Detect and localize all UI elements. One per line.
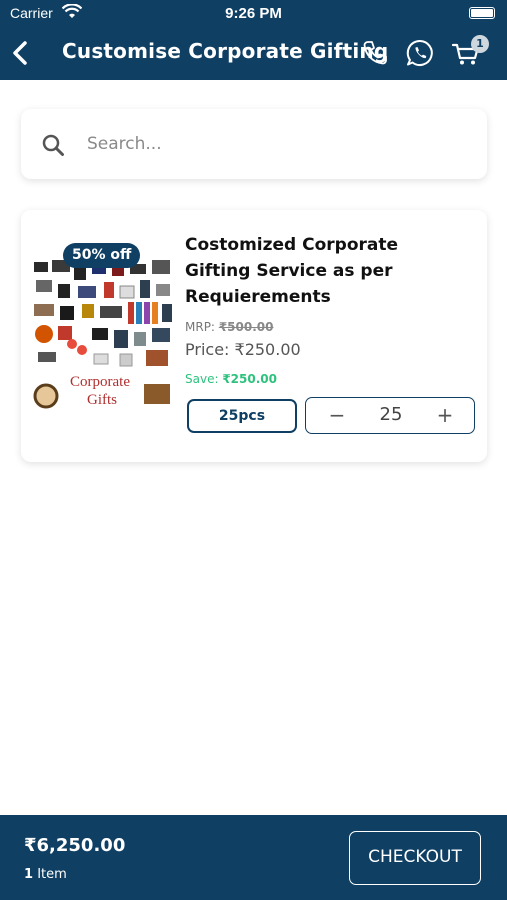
whatsapp-icon[interactable] bbox=[405, 38, 435, 68]
item-count-label: Item bbox=[37, 867, 67, 882]
product-card[interactable]: Corporate Gifts 50% off Costomized Corpo… bbox=[21, 210, 487, 462]
image-caption-line1: Corporate bbox=[70, 374, 130, 390]
search-input[interactable] bbox=[87, 129, 447, 159]
cart-total: ₹6,250.00 bbox=[24, 835, 126, 856]
mrp-value: ₹500.00 bbox=[218, 320, 274, 334]
save-value: ₹250.00 bbox=[222, 372, 277, 386]
nav-bar: Customise Corporate Gifting bbox=[0, 28, 507, 80]
app-header: Carrier 9:26 PM Customise Corporate Gift… bbox=[0, 0, 507, 80]
cart-count-badge: 1 bbox=[471, 35, 489, 53]
price-label: Price: bbox=[185, 340, 230, 359]
back-arrow-icon[interactable] bbox=[10, 38, 30, 68]
checkout-bar: ₹6,250.00 1 Item CHECKOUT bbox=[0, 815, 507, 900]
product-image: Corporate Gifts bbox=[32, 256, 174, 416]
status-bar: Carrier 9:26 PM bbox=[0, 0, 507, 28]
checkout-button[interactable]: CHECKOUT bbox=[349, 831, 481, 885]
price-value: ₹250.00 bbox=[234, 340, 301, 359]
page-title: Customise Corporate Gifting bbox=[62, 39, 389, 63]
quantity-value: 25 bbox=[379, 404, 403, 425]
search-bar bbox=[21, 109, 487, 179]
phone-icon[interactable] bbox=[360, 38, 390, 68]
price-row: Price: ₹250.00 bbox=[185, 340, 301, 359]
decrement-button[interactable]: − bbox=[322, 402, 352, 429]
save-row: Save: ₹250.00 bbox=[185, 372, 277, 386]
clock: 9:26 PM bbox=[225, 5, 282, 22]
mrp-row: MRP: ₹500.00 bbox=[185, 320, 273, 334]
unit-selector-button[interactable]: 25pcs bbox=[187, 399, 297, 433]
item-count-number: 1 bbox=[24, 867, 34, 882]
discount-badge: 50% off bbox=[63, 243, 141, 268]
mrp-label: MRP: bbox=[185, 320, 215, 334]
item-count: 1 Item bbox=[24, 867, 67, 882]
search-icon bbox=[42, 134, 64, 156]
battery-icon bbox=[469, 7, 495, 19]
increment-button[interactable]: + bbox=[430, 402, 460, 429]
image-caption-line2: Gifts bbox=[87, 392, 117, 408]
product-name[interactable]: Costomized Corporate Gifting Service as … bbox=[185, 232, 455, 310]
quantity-stepper: − 25 + bbox=[305, 397, 475, 434]
save-label: Save: bbox=[185, 372, 219, 386]
